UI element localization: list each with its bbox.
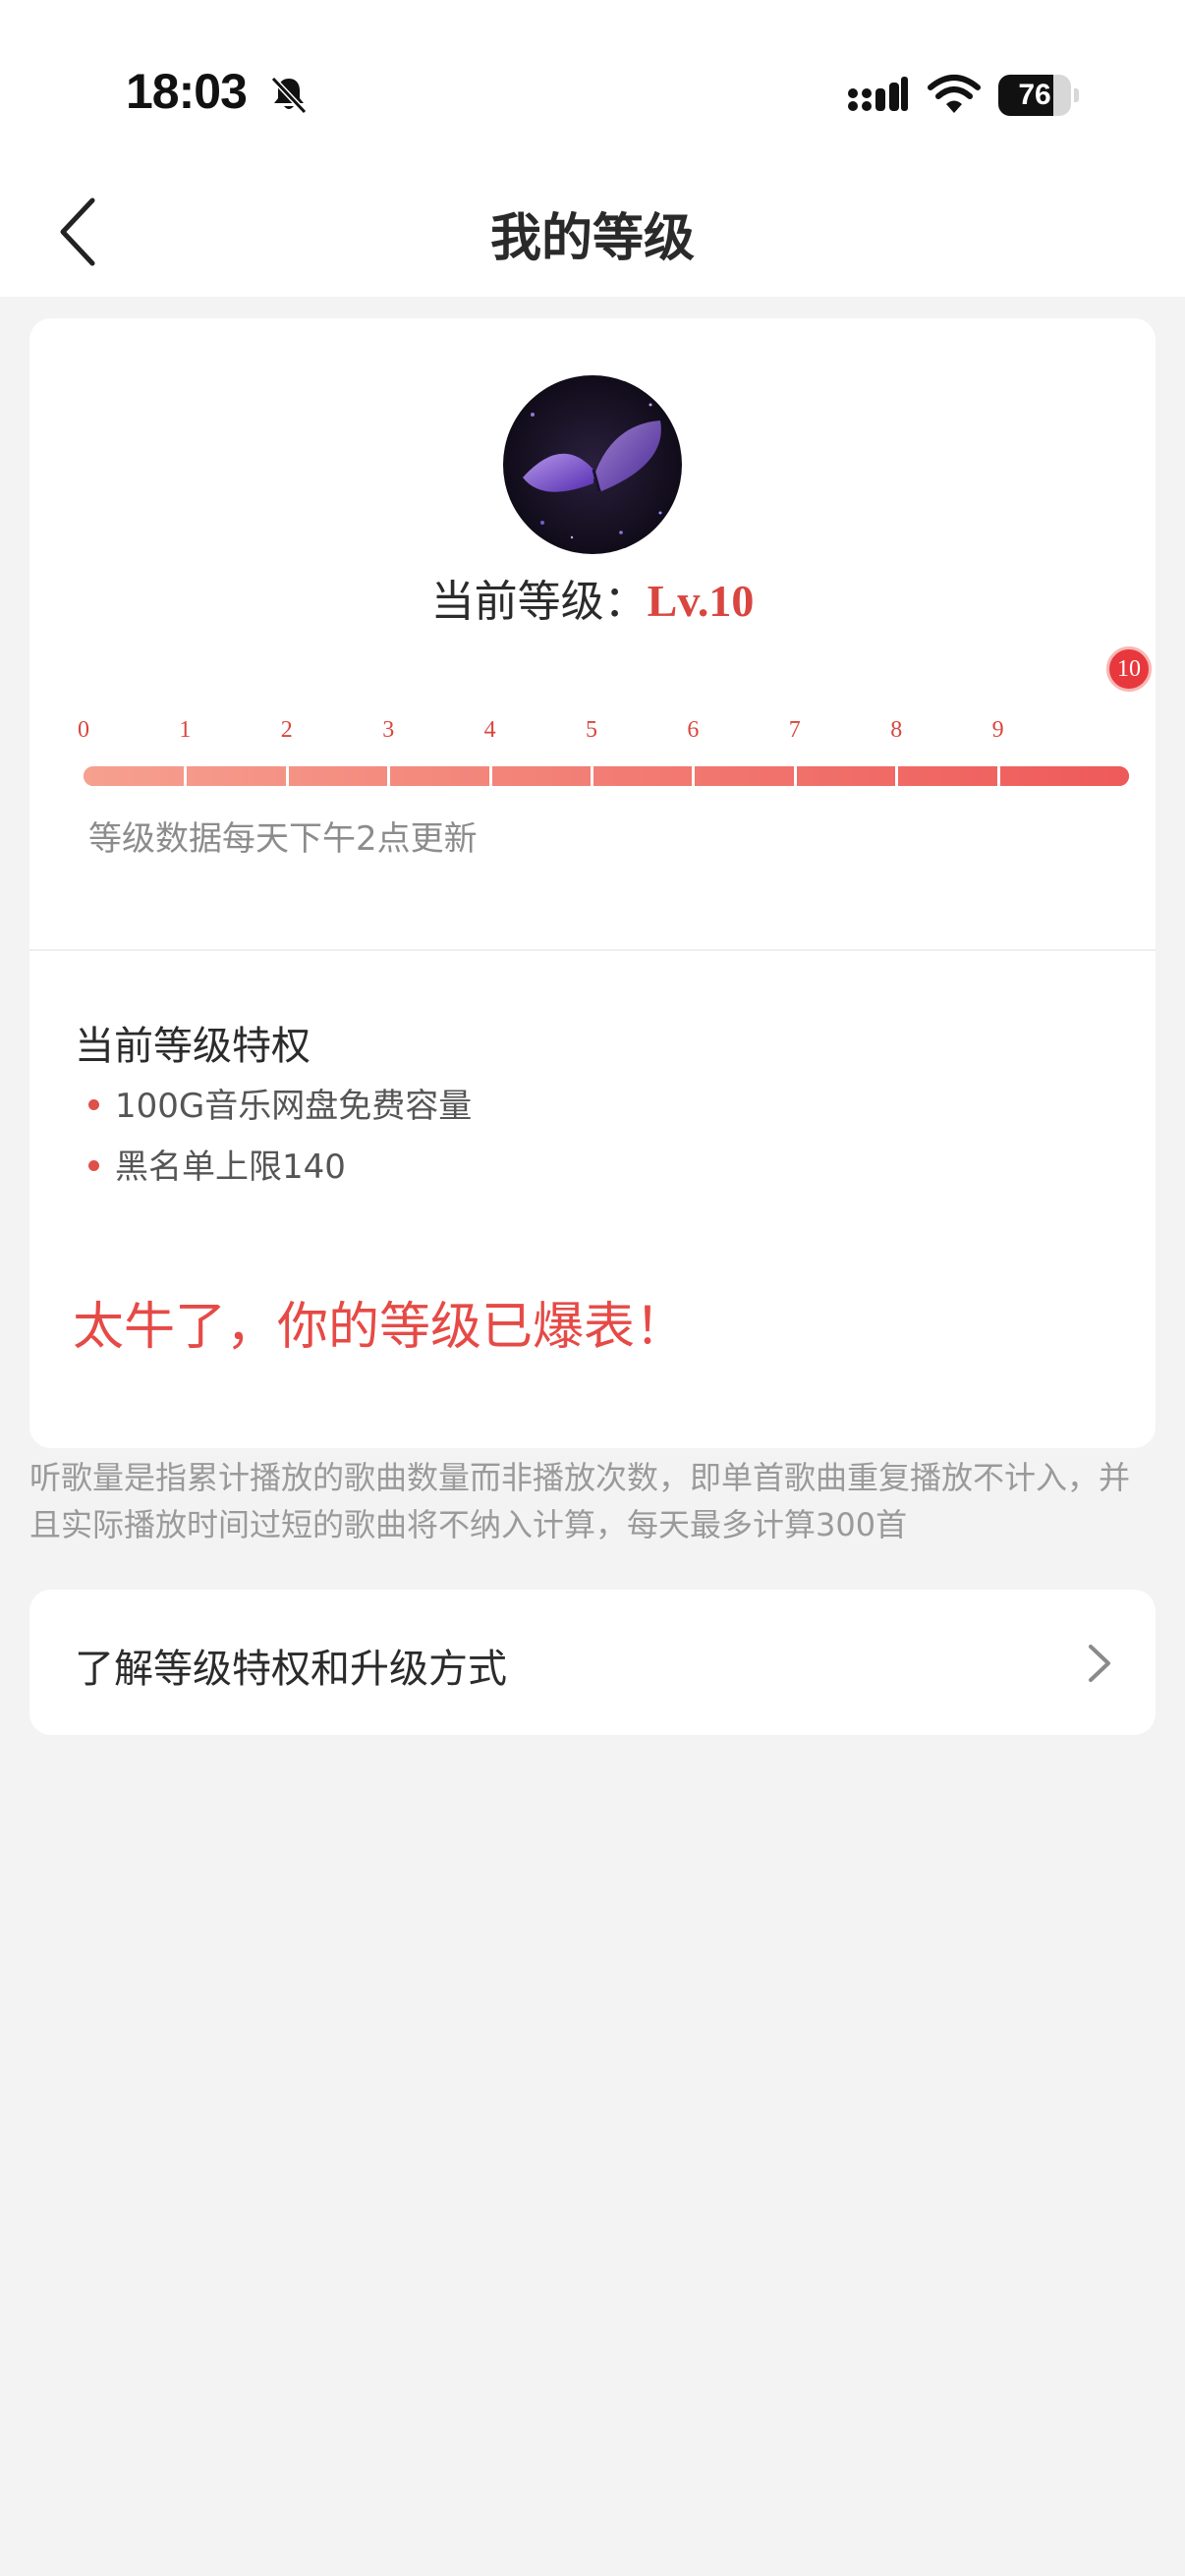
top-bar: 18:03 76 我的等级 xyxy=(0,0,1185,297)
bell-slash-icon xyxy=(270,76,308,115)
wifi-icon xyxy=(928,75,981,113)
level-progress: 0 1 2 3 4 5 6 7 8 9 xyxy=(29,701,1156,800)
level-tick-divider xyxy=(285,766,289,786)
current-level-marker: 10 xyxy=(1106,646,1152,692)
level-tick-divider xyxy=(692,766,696,786)
chevron-right-icon xyxy=(1089,1645,1110,1682)
level-tick-label: 9 xyxy=(991,717,1004,743)
level-tick-label: 3 xyxy=(382,717,395,743)
current-level: 当前等级：Lv.10 xyxy=(29,566,1156,629)
update-note: 等级数据每天下午2点更新 xyxy=(88,819,478,859)
level-tick-label: 0 xyxy=(78,717,89,743)
avatar[interactable] xyxy=(503,375,682,554)
level-tick-divider xyxy=(793,766,797,786)
level-tick-label: 1 xyxy=(179,717,192,743)
level-tick-divider xyxy=(488,766,492,786)
privilege-item: 100G音乐网盘免费容量 xyxy=(88,1079,472,1127)
privilege-item-text: 100G音乐网盘免费容量 xyxy=(115,1087,473,1126)
battery-tip xyxy=(1074,88,1079,102)
level-tick-label: 8 xyxy=(890,717,903,743)
level-tick-label: 7 xyxy=(788,717,801,743)
battery-body: 76 xyxy=(998,75,1071,116)
butterfly-avatar-image xyxy=(503,375,682,554)
level-progress-track xyxy=(84,766,1129,786)
page-title: 我的等级 xyxy=(489,209,695,268)
privilege-item-text: 黑名单上限140 xyxy=(115,1148,346,1187)
celebrate-text: 太牛了，你的等级已爆表！ xyxy=(73,1298,687,1357)
level-tick-label: 2 xyxy=(280,717,293,743)
divider xyxy=(29,949,1156,951)
current-level-label: 当前等级： xyxy=(430,577,648,627)
status-time: 18:03 xyxy=(126,64,248,119)
current-level-marker-text: 10 xyxy=(1117,656,1141,682)
privilege-item: 黑名单上限140 xyxy=(88,1140,346,1188)
level-tick-divider xyxy=(591,766,593,786)
level-tick-divider xyxy=(996,766,1000,786)
bullet-icon xyxy=(88,1160,99,1171)
battery-icon: 76 xyxy=(998,75,1079,116)
bullet-icon xyxy=(88,1099,99,1110)
level-tick-label: 6 xyxy=(687,717,700,743)
level-tick-label: 5 xyxy=(586,717,597,743)
level-progress-fill xyxy=(84,766,1129,786)
level-tick-divider xyxy=(895,766,899,786)
upgrade-info-label: 了解等级特权和升级方式 xyxy=(75,1647,507,1692)
level-tick-label: 4 xyxy=(483,717,496,743)
explain-note: 听歌量是指累计播放的歌曲数量而非播放次数，即单首歌曲重复播放不计入，并且实际播放… xyxy=(29,1459,1131,1543)
level-tick-divider xyxy=(184,766,188,786)
current-level-value: Lv.10 xyxy=(647,576,755,626)
signal-icon xyxy=(848,77,908,111)
privilege-title: 当前等级特权 xyxy=(75,1024,310,1069)
upgrade-info-row[interactable]: 了解等级特权和升级方式 xyxy=(29,1590,1156,1735)
level-tick-divider xyxy=(387,766,391,786)
level-card: 当前等级：Lv.10 0 1 2 3 4 5 6 7 8 9 10 等级数据每天下午2点更新 当前… xyxy=(29,318,1156,1448)
battery-percent: 76 xyxy=(1018,79,1051,111)
